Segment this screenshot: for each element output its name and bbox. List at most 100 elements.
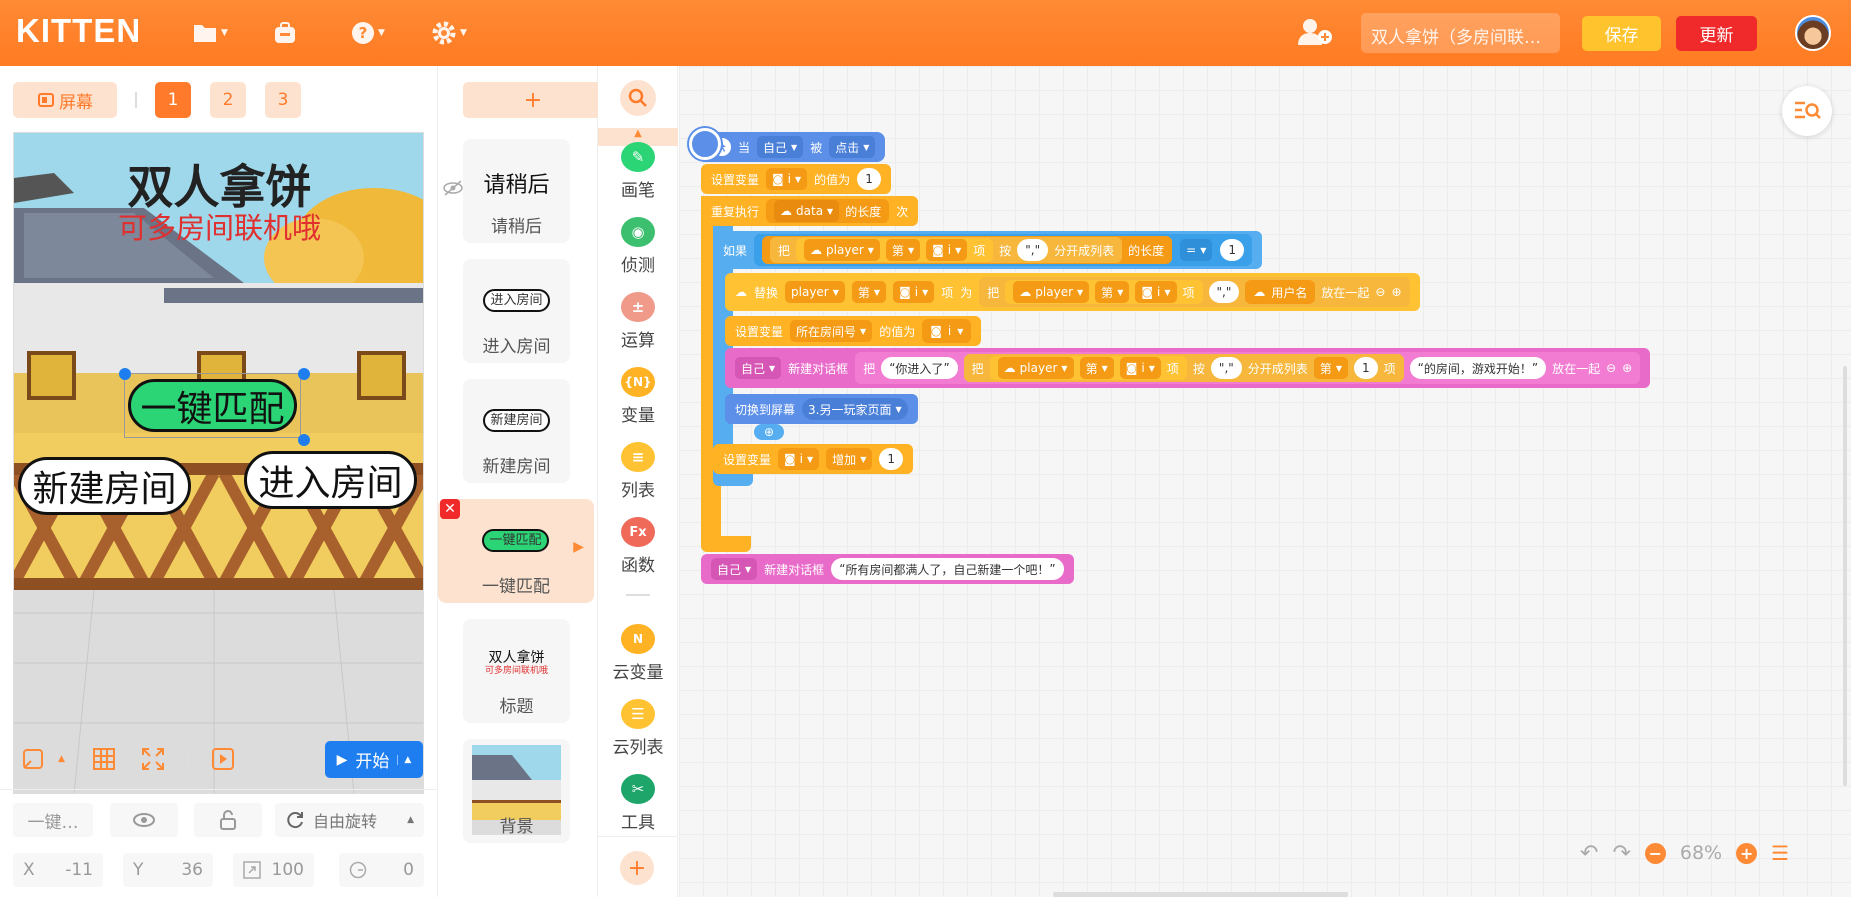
add-sprite-button[interactable]: +: [463, 82, 603, 118]
list-dropdown[interactable]: player ▼: [785, 281, 845, 303]
nth-dropdown[interactable]: 第 ▼: [1095, 281, 1130, 303]
minus-icon[interactable]: ⊖: [1606, 361, 1616, 375]
number-slot[interactable]: 1: [1220, 239, 1245, 261]
screen-button[interactable]: 屏幕: [13, 82, 117, 118]
list-item-reporter[interactable]: ☁ player ▼ 第 ▼ ◙ i ▼ 项: [796, 238, 994, 262]
list-dropdown[interactable]: ☁ player ▼: [1013, 281, 1090, 303]
if-block[interactable]: 如果 把 ☁ player ▼ 第 ▼ ◙ i ▼ 项 按 "," 分开成列表 的长度 = ▼…: [713, 231, 1263, 269]
stage-canvas[interactable]: 双人拿饼 可多房间联机哦 一键匹配 新建房间 进入房间: [13, 132, 424, 794]
start-button[interactable]: ▶ 开始 ▲: [325, 741, 423, 778]
sprite-name-input[interactable]: 一键…: [13, 803, 93, 837]
hidden-eye-icon[interactable]: [443, 180, 463, 200]
rotation-mode-select[interactable]: 自由旋转 ▲: [275, 803, 424, 837]
variable-dropdown[interactable]: ◙ i ▼: [778, 448, 820, 470]
page-tab-1[interactable]: 1: [155, 82, 191, 118]
stage-size-icon[interactable]: [21, 747, 45, 775]
grid-icon[interactable]: [92, 747, 116, 775]
update-button[interactable]: 更新: [1676, 16, 1757, 51]
operator-dropdown[interactable]: = ▼: [1180, 239, 1213, 261]
selection-handle[interactable]: [119, 368, 131, 380]
align-blocks-icon[interactable]: ☰: [1771, 841, 1789, 865]
plus-icon[interactable]: ⊕: [1391, 285, 1401, 299]
undo-icon[interactable]: ↶: [1580, 841, 1598, 866]
code-workspace[interactable]: 当 自己 ▼ 被 点击 ▼ 设置变量 ◙ i ▼ 的值为 1 重复执行 ☁ data ▼…: [679, 66, 1851, 897]
add-extension-button[interactable]: +: [620, 851, 654, 885]
preview-icon[interactable]: [211, 747, 235, 775]
text-slot[interactable]: ",": [1017, 239, 1049, 261]
change-variable-block[interactable]: 设置变量 ◙ i ▼ 增加 ▼ 1: [713, 444, 913, 474]
nth-dropdown[interactable]: 第 ▼: [1079, 357, 1114, 379]
new-dialog-block[interactable]: 自己 ▼ 新建对话框 把 “你进入了” 把 ☁ player ▼ 第 ▼ ◙ i ▼ 项 按 …: [725, 348, 1651, 388]
page-tab-3[interactable]: 3: [265, 82, 301, 118]
number-slot[interactable]: 1: [879, 448, 903, 470]
self-dropdown[interactable]: 自己 ▼: [757, 136, 804, 158]
category-cloud-variables[interactable]: N 云变量: [598, 624, 678, 694]
add-collaborator-icon[interactable]: [1297, 17, 1333, 51]
block-search-icon[interactable]: [1782, 86, 1832, 136]
y-input[interactable]: Y 36: [123, 853, 213, 887]
text-slot[interactable]: ",": [1210, 357, 1242, 379]
kitten-logo[interactable]: KITTEN: [16, 12, 141, 50]
nth-dropdown[interactable]: 第 ▼: [1313, 357, 1348, 379]
join-reporter[interactable]: 把 “你进入了” 把 ☁ player ▼ 第 ▼ ◙ i ▼ 项 按 "," 分开成列表 …: [855, 352, 1641, 384]
variable-dropdown[interactable]: ◙ i ▼: [1119, 357, 1161, 379]
repeat-block[interactable]: 重复执行 ☁ data ▼ 的长度 次: [701, 196, 919, 226]
search-blocks-button[interactable]: [620, 80, 656, 116]
direction-input[interactable]: 0: [339, 853, 424, 887]
chevron-right-icon[interactable]: ▶: [573, 539, 584, 555]
variable-dropdown[interactable]: ◙ i ▼: [1135, 281, 1177, 303]
replace-list-item-block[interactable]: ☁ 替换 player ▼ 第 ▼ ◙ i ▼ 项 为 把 ☁ player ▼ 第 ▼ ◙ …: [725, 273, 1420, 311]
category-pen[interactable]: ✎ 画笔: [598, 142, 678, 212]
event-when-clicked-block[interactable]: 当 自己 ▼ 被 点击 ▼: [699, 132, 886, 162]
list-dropdown[interactable]: ☁ player ▼: [804, 239, 880, 261]
start-caret[interactable]: ▲: [397, 754, 411, 765]
sprite-enter-room[interactable]: 进入房间: [244, 451, 417, 509]
self-dropdown[interactable]: 自己 ▼: [711, 558, 758, 580]
visibility-toggle[interactable]: [110, 803, 178, 837]
list-length-reporter[interactable]: ☁ data ▼ 的长度: [766, 199, 890, 223]
number-slot[interactable]: 1: [1353, 357, 1378, 379]
text-slot[interactable]: ",": [1208, 281, 1240, 303]
split-length-reporter[interactable]: 把 ☁ player ▼ 第 ▼ ◙ i ▼ 项 按 "," 分开成列表 的长度: [762, 236, 1173, 264]
variable-dropdown[interactable]: 所在房间号 ▼: [790, 320, 873, 342]
screen-dropdown[interactable]: 3.另一玩家页面 ▼: [802, 398, 908, 420]
settings-menu[interactable]: ▼: [431, 18, 467, 48]
x-input[interactable]: X -11: [13, 853, 103, 887]
category-tools[interactable]: ✂ 工具: [598, 774, 678, 844]
text-slot[interactable]: “你进入了”: [881, 357, 958, 379]
set-variable-block[interactable]: 设置变量 ◙ i ▼ 的值为 1: [701, 164, 891, 194]
help-menu[interactable]: ? ▼: [351, 18, 385, 48]
set-variable-block[interactable]: 设置变量 所在房间号 ▼ 的值为 ◙ i ▼: [725, 316, 982, 346]
zoom-in-button[interactable]: +: [1736, 842, 1758, 864]
sprite-item[interactable]: 双人拿饼 可多房间联机哦 标题: [463, 619, 570, 723]
sprite-item[interactable]: 请稍后 请稍后: [463, 139, 570, 243]
if-add-else-icon[interactable]: ⊕: [754, 424, 784, 440]
nth-dropdown[interactable]: 第 ▼: [885, 239, 921, 261]
fullscreen-icon[interactable]: [141, 747, 165, 775]
variable-dropdown[interactable]: ◙ i ▼: [926, 239, 968, 261]
vertical-scrollbar[interactable]: [1843, 366, 1847, 786]
change-op-dropdown[interactable]: 增加 ▼: [826, 448, 873, 470]
redo-icon[interactable]: ↷: [1612, 841, 1630, 866]
sprite-item[interactable]: 进入房间 进入房间: [463, 259, 570, 363]
list-item-reporter[interactable]: ☁ player ▼ 第 ▼ ◙ i ▼ 项: [1005, 280, 1203, 304]
file-menu[interactable]: ▼: [192, 18, 228, 48]
variable-dropdown[interactable]: ◙ i ▼: [766, 168, 808, 190]
category-operators[interactable]: ± 运算: [598, 292, 678, 362]
page-tab-2[interactable]: 2: [210, 82, 246, 118]
plus-icon[interactable]: ⊕: [1622, 361, 1632, 375]
number-slot[interactable]: 1: [857, 168, 881, 190]
sprite-item[interactable]: 新建房间 新建房间: [463, 379, 570, 483]
category-cloud-lists[interactable]: ☰ 云列表: [598, 699, 678, 769]
text-slot[interactable]: “所有房间都满人了，自己新建一个吧！”: [831, 558, 1064, 580]
list-dropdown[interactable]: ☁ data ▼: [774, 200, 840, 222]
split-reporter[interactable]: 把 ☁ player ▼ 第 ▼ ◙ i ▼ 项 按 "," 分开成列表: [770, 237, 1123, 263]
sprite-item-selected[interactable]: 一键匹配 一键匹配 ▶: [438, 499, 594, 603]
lock-toggle[interactable]: [194, 803, 262, 837]
join-reporter[interactable]: 把 ☁ player ▼ 第 ▼ ◙ i ▼ 项 "," ☁ 用户名 放在一起 ⊖ ⊕: [979, 277, 1410, 307]
project-name-input[interactable]: 双人拿饼（多房间联…: [1361, 13, 1560, 53]
list-item-reporter[interactable]: ☁ player ▼ 第 ▼ ◙ i ▼ 项: [989, 356, 1187, 380]
size-input[interactable]: 100: [233, 853, 314, 887]
self-dropdown[interactable]: 自己 ▼: [735, 357, 782, 379]
variable-dropdown[interactable]: ◙ i ▼: [893, 281, 935, 303]
